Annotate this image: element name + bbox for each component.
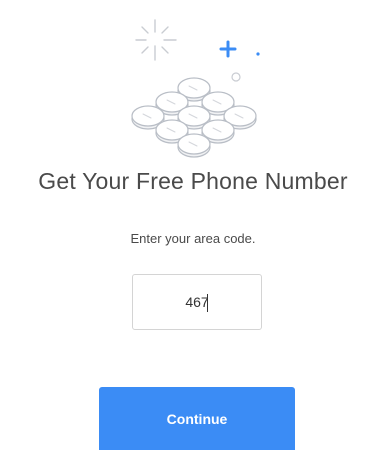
- small-ring-decoration: [231, 72, 241, 82]
- area-code-instruction: Enter your area code.: [130, 231, 256, 246]
- small-dot-decoration: [256, 52, 260, 56]
- sparkle-icon: [135, 19, 177, 61]
- keypad-row-5: [177, 133, 211, 158]
- phone-keypad-illustration: [131, 19, 260, 158]
- continue-button[interactable]: Continue: [99, 387, 295, 450]
- plus-icon: [219, 40, 237, 58]
- page-title: Get Your Free Phone Number: [38, 168, 348, 194]
- text-cursor: [207, 294, 208, 312]
- area-code-input[interactable]: [132, 274, 262, 330]
